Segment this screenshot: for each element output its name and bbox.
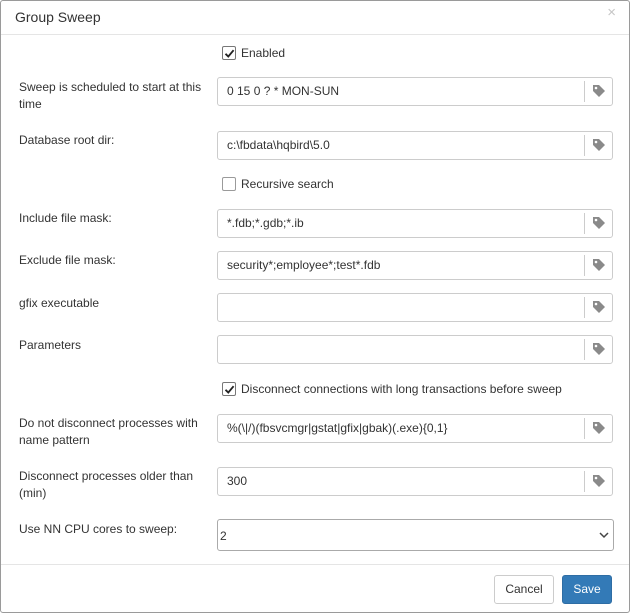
enabled-checkbox[interactable] [222,46,236,60]
parameters-field[interactable] [217,335,613,364]
tag-icon [593,343,605,355]
group-sweep-dialog: Group Sweep × Enabled Sweep is scheduled… [0,0,630,613]
no-disconnect-pattern-value: %(\|/)(fbsvcmgr|gstat|gfix|gbak)(.exe){0… [227,421,448,435]
schedule-label: Sweep is scheduled to start at this time [19,80,202,111]
include-mask-value: *.fdb;*.gdb;*.ib [227,216,304,230]
root-dir-field[interactable]: c:\fbdata\hqbird\5.0 [217,131,613,160]
check-icon [224,385,235,394]
no-disconnect-pattern-field[interactable]: %(\|/)(fbsvcmgr|gstat|gfix|gbak)(.exe){0… [217,414,613,443]
root-dir-tag-button[interactable] [584,135,612,156]
older-than-field[interactable]: 300 [217,467,613,496]
root-dir-value: c:\fbdata\hqbird\5.0 [227,138,330,152]
tag-icon [593,217,605,229]
tag-icon [593,301,605,313]
tag-icon [593,259,605,271]
recursive-label: Recursive search [241,177,334,191]
parameters-tag-button[interactable] [584,339,612,360]
exclude-mask-field[interactable]: security*;employee*;test*.fdb [217,251,613,280]
exclude-mask-value: security*;employee*;test*.fdb [227,258,381,272]
close-icon[interactable]: × [607,5,616,21]
tag-icon [593,85,605,97]
exclude-mask-tag-button[interactable] [584,255,612,276]
disconnect-long-label: Disconnect connections with long transac… [241,382,562,396]
gfix-label: gfix executable [19,296,100,310]
footer-divider [1,564,629,565]
gfix-tag-button[interactable] [584,297,612,318]
no-disconnect-pattern-tag-button[interactable] [584,418,612,439]
cancel-button[interactable]: Cancel [494,575,554,604]
gfix-field[interactable] [217,293,613,322]
dialog-title: Group Sweep [15,9,101,25]
include-mask-tag-button[interactable] [584,213,612,234]
chevron-down-icon [599,532,609,539]
older-than-label: Disconnect processes older than (min) [19,469,194,500]
exclude-mask-label: Exclude file mask: [19,253,116,267]
schedule-value: 0 15 0 ? * MON-SUN [227,84,340,98]
schedule-field[interactable]: 0 15 0 ? * MON-SUN [217,77,613,106]
dialog-header: Group Sweep × [1,1,629,35]
tag-icon [593,422,605,434]
include-mask-label: Include file mask: [19,211,112,225]
root-dir-label: Database root dir: [19,133,115,147]
tag-icon [593,475,605,487]
tag-icon [593,139,605,151]
cpu-cores-select[interactable]: 2 [217,519,614,551]
recursive-checkbox[interactable] [222,177,236,191]
older-than-value: 300 [227,474,248,488]
include-mask-field[interactable]: *.fdb;*.gdb;*.ib [217,209,613,238]
parameters-label: Parameters [19,338,82,352]
no-disconnect-pattern-label: Do not disconnect processes with name pa… [19,416,198,447]
check-icon [224,49,235,58]
save-button[interactable]: Save [562,575,612,604]
older-than-tag-button[interactable] [584,471,612,492]
cpu-cores-value: 2 [220,529,227,543]
schedule-tag-button[interactable] [584,81,612,102]
cpu-cores-label: Use NN CPU cores to sweep: [19,522,178,536]
enabled-label: Enabled [241,46,286,60]
disconnect-long-checkbox[interactable] [222,382,236,396]
